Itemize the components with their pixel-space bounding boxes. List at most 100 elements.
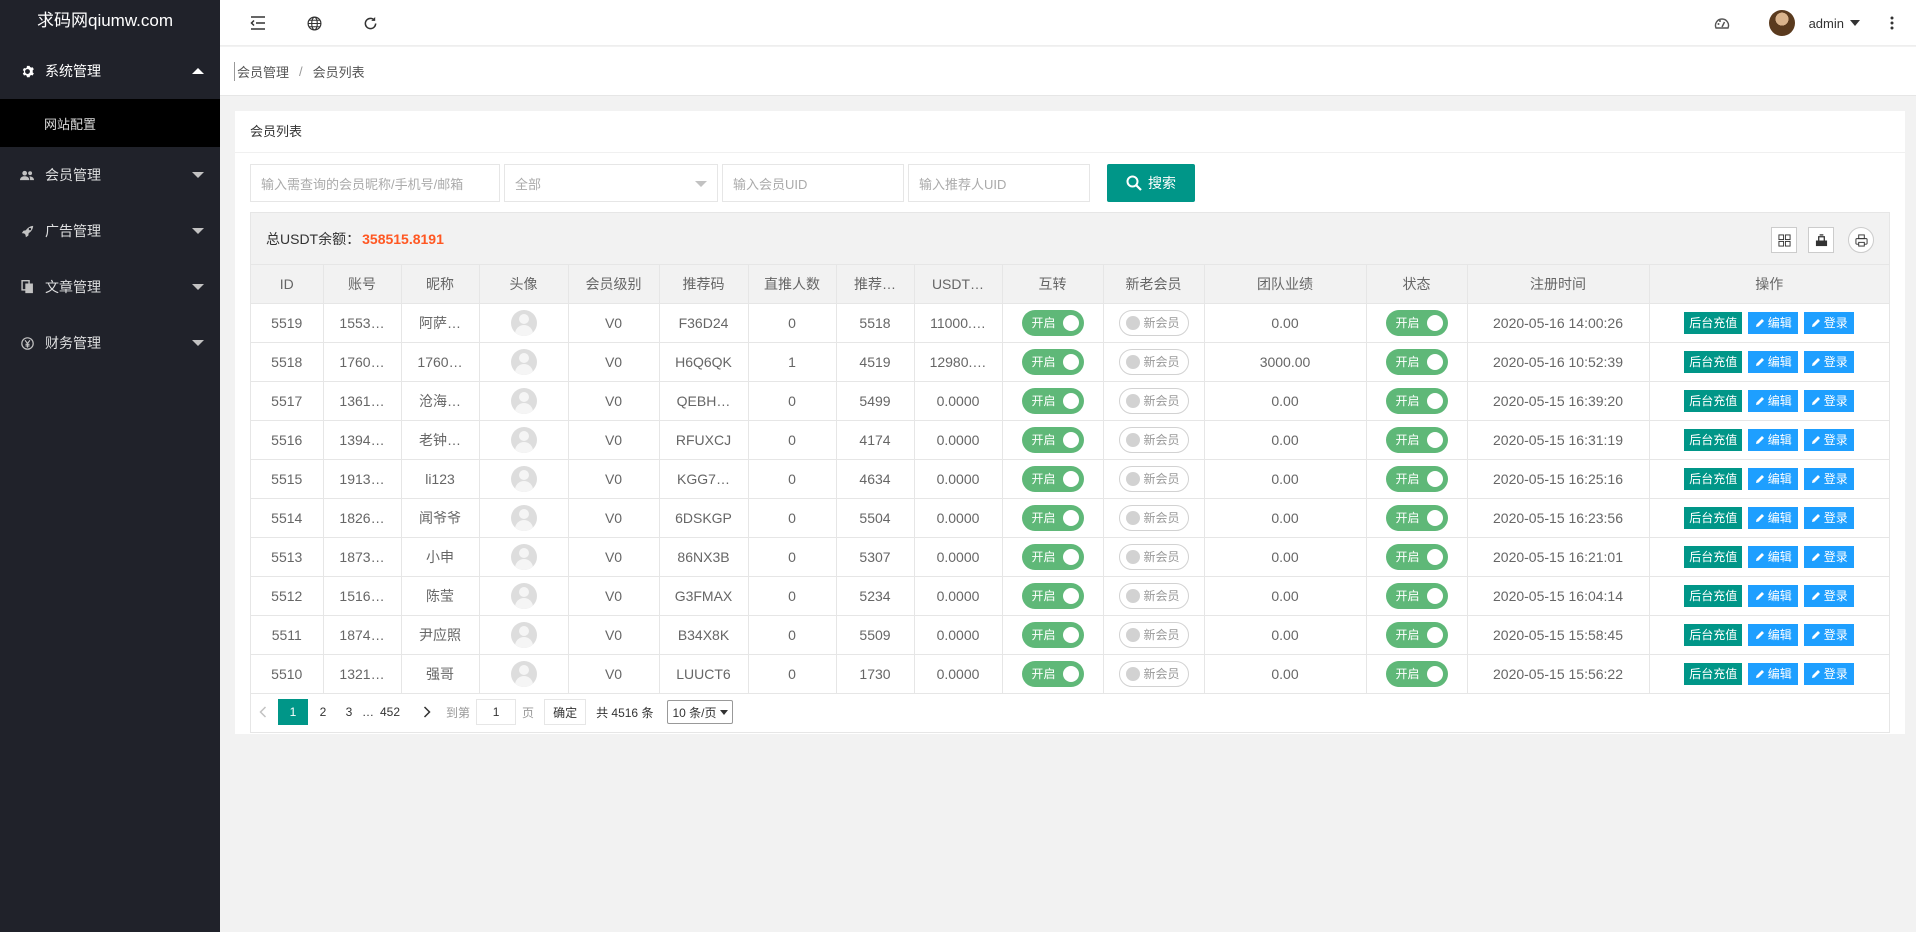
breadcrumb-item[interactable]: 会员管理 xyxy=(234,61,289,81)
page-3[interactable]: 3 xyxy=(338,699,360,725)
transfer-toggle[interactable]: 开启 xyxy=(1021,543,1084,570)
new-member-toggle[interactable]: 新会员 xyxy=(1118,621,1189,648)
status-toggle[interactable]: 开启 xyxy=(1385,582,1448,609)
globe-icon[interactable] xyxy=(304,13,324,33)
new-member-toggle[interactable]: 新会员 xyxy=(1118,309,1189,336)
column-header: 推荐码 xyxy=(659,265,749,304)
sidebar-subitem-site-config[interactable]: 网站配置 xyxy=(0,99,220,147)
page-last[interactable]: 452 xyxy=(376,699,404,725)
edit-button[interactable]: 编辑 xyxy=(1748,584,1799,607)
recharge-button[interactable]: 后台充值 xyxy=(1684,428,1743,451)
next-page-icon[interactable] xyxy=(416,699,438,725)
status-toggle[interactable]: 开启 xyxy=(1385,348,1448,375)
search-button[interactable]: 搜索 xyxy=(1107,164,1195,202)
status-toggle[interactable]: 开启 xyxy=(1385,465,1448,492)
recharge-button[interactable]: 后台充值 xyxy=(1684,350,1743,373)
login-button[interactable]: 登录 xyxy=(1804,467,1855,490)
login-button[interactable]: 登录 xyxy=(1804,623,1855,646)
sidebar-item-system[interactable]: 系统管理 xyxy=(0,43,220,99)
login-button[interactable]: 登录 xyxy=(1804,584,1855,607)
edit-button[interactable]: 编辑 xyxy=(1748,623,1799,646)
status-toggle[interactable]: 开启 xyxy=(1385,309,1448,336)
cell-direct-count: 1 xyxy=(748,342,837,382)
top-header: admin xyxy=(220,0,1916,46)
login-button[interactable]: 登录 xyxy=(1804,350,1855,373)
edit-button[interactable]: 编辑 xyxy=(1748,428,1799,451)
recharge-button[interactable]: 后台充值 xyxy=(1684,584,1743,607)
sidebar-item-articles[interactable]: 文章管理 xyxy=(0,259,220,315)
status-toggle[interactable]: 开启 xyxy=(1385,504,1448,531)
page-2[interactable]: 2 xyxy=(312,699,334,725)
login-button[interactable]: 登录 xyxy=(1804,428,1855,451)
login-button[interactable]: 登录 xyxy=(1804,662,1855,685)
recharge-button[interactable]: 后台充值 xyxy=(1684,506,1743,529)
page-1[interactable]: 1 xyxy=(278,699,308,725)
new-member-toggle[interactable]: 新会员 xyxy=(1118,348,1189,375)
sidebar-item-ads[interactable]: 广告管理 xyxy=(0,203,220,259)
recharge-button[interactable]: 后台充值 xyxy=(1684,389,1743,412)
sidebar-item-members[interactable]: 会员管理 xyxy=(0,147,220,203)
theme-icon[interactable] xyxy=(1712,13,1732,33)
goto-confirm-button[interactable]: 确定 xyxy=(544,699,587,725)
status-toggle[interactable]: 开启 xyxy=(1385,660,1448,687)
keyword-input[interactable]: 输入需查询的会员昵称/手机号/邮箱 xyxy=(250,164,500,202)
edit-button[interactable]: 编辑 xyxy=(1748,545,1799,568)
chevron-down-icon xyxy=(720,709,729,715)
recharge-button[interactable]: 后台充值 xyxy=(1684,623,1743,646)
new-member-toggle[interactable]: 新会员 xyxy=(1118,582,1189,609)
new-member-toggle[interactable]: 新会员 xyxy=(1118,387,1189,414)
new-member-toggle[interactable]: 新会员 xyxy=(1118,426,1189,453)
sidebar-item-finance[interactable]: 财务管理 xyxy=(0,315,220,371)
transfer-toggle[interactable]: 开启 xyxy=(1021,465,1084,492)
transfer-toggle[interactable]: 开启 xyxy=(1021,309,1084,336)
transfer-toggle[interactable]: 开启 xyxy=(1021,387,1084,414)
edit-button[interactable]: 编辑 xyxy=(1748,662,1799,685)
page-ellipsis: … xyxy=(362,705,374,719)
refresh-icon[interactable] xyxy=(360,13,380,33)
login-button[interactable]: 登录 xyxy=(1804,389,1855,412)
login-button[interactable]: 登录 xyxy=(1804,311,1855,334)
export-icon[interactable] xyxy=(1808,227,1834,253)
recharge-button[interactable]: 后台充值 xyxy=(1684,662,1743,685)
recharge-button[interactable]: 后台充值 xyxy=(1684,311,1743,334)
transfer-toggle[interactable]: 开启 xyxy=(1021,660,1084,687)
login-button[interactable]: 登录 xyxy=(1804,506,1855,529)
transfer-toggle[interactable]: 开启 xyxy=(1021,426,1084,453)
transfer-toggle[interactable]: 开启 xyxy=(1021,504,1084,531)
edit-button[interactable]: 编辑 xyxy=(1748,311,1799,334)
edit-button[interactable]: 编辑 xyxy=(1748,467,1799,490)
referrer-uid-input[interactable]: 输入推荐人UID xyxy=(908,164,1090,202)
status-toggle[interactable]: 开启 xyxy=(1385,387,1448,414)
new-member-toggle[interactable]: 新会员 xyxy=(1118,660,1189,687)
edit-button[interactable]: 编辑 xyxy=(1748,350,1799,373)
transfer-toggle[interactable]: 开启 xyxy=(1021,621,1084,648)
edit-button[interactable]: 编辑 xyxy=(1748,389,1799,412)
edit-button[interactable]: 编辑 xyxy=(1748,506,1799,529)
print-icon[interactable] xyxy=(1848,227,1874,253)
level-select[interactable]: 全部 xyxy=(504,164,718,202)
per-page-select[interactable]: 10 条/页 xyxy=(667,700,734,724)
cell-referrer: 4634 xyxy=(836,459,915,499)
menu-fold-icon[interactable] xyxy=(248,13,268,33)
user-menu[interactable]: admin xyxy=(1768,8,1860,38)
transfer-toggle[interactable]: 开启 xyxy=(1021,348,1084,375)
cell-referrer: 5234 xyxy=(836,576,915,616)
cell-id: 5515 xyxy=(251,459,324,499)
level-select-value: 全部 xyxy=(515,176,542,192)
uid-input[interactable]: 输入会员UID xyxy=(722,164,904,202)
prev-page-icon[interactable] xyxy=(252,699,274,725)
recharge-button[interactable]: 后台充值 xyxy=(1684,467,1743,490)
recharge-button[interactable]: 后台充值 xyxy=(1684,545,1743,568)
status-toggle[interactable]: 开启 xyxy=(1385,621,1448,648)
transfer-toggle[interactable]: 开启 xyxy=(1021,582,1084,609)
new-member-toggle[interactable]: 新会员 xyxy=(1118,543,1189,570)
login-button[interactable]: 登录 xyxy=(1804,545,1855,568)
goto-page-input[interactable]: 1 xyxy=(476,699,517,725)
more-vertical-icon[interactable] xyxy=(1882,13,1902,33)
new-member-toggle[interactable]: 新会员 xyxy=(1118,504,1189,531)
new-member-toggle[interactable]: 新会员 xyxy=(1118,465,1189,492)
status-toggle[interactable]: 开启 xyxy=(1385,543,1448,570)
cell-id: 5511 xyxy=(251,615,324,655)
status-toggle[interactable]: 开启 xyxy=(1385,426,1448,453)
columns-icon[interactable] xyxy=(1771,227,1797,253)
